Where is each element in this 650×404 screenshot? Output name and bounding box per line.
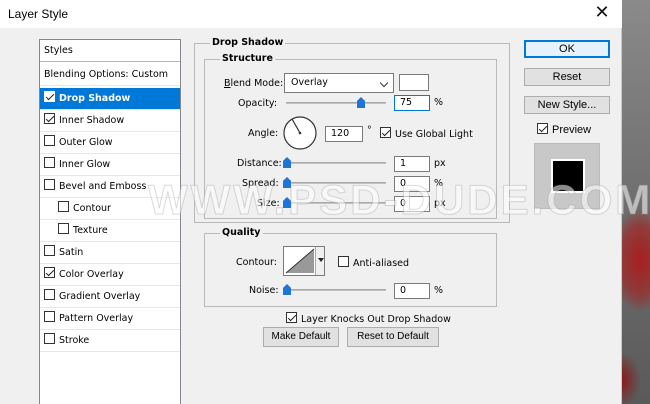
contour-label: Contour: [236,257,277,268]
style-item-label: Gradient Overlay [59,291,141,302]
style-checkbox[interactable] [44,289,55,300]
style-checkbox[interactable] [44,267,55,278]
style-checkbox[interactable] [44,311,55,322]
make-default-button[interactable]: Make Default [263,327,339,347]
noise-slider-track[interactable] [286,289,386,291]
angle-label: Angle: [248,128,279,139]
style-item-label: Color Overlay [59,269,124,280]
spread-input[interactable]: 0 [394,176,430,192]
style-item-pattern-overlay[interactable]: Pattern Overlay [40,308,180,330]
style-item-label: Pattern Overlay [59,313,134,324]
window-title: Layer Style [8,7,69,21]
preview-thumbnail [534,143,600,209]
blend-mode-select[interactable]: Overlay [284,73,394,93]
knocks-out-check[interactable] [286,312,297,323]
spread-unit: % [434,178,444,189]
new-style-button[interactable]: New Style... [524,96,610,114]
noise-unit: % [434,285,444,296]
style-item-stroke[interactable]: Stroke [40,330,180,352]
caret-down-icon [318,258,324,262]
style-item-inner-glow[interactable]: Inner Glow [40,154,180,176]
style-item-contour[interactable]: Contour [40,198,180,220]
opacity-unit: % [434,97,444,108]
opacity-slider-track[interactable] [286,102,386,104]
style-checkbox[interactable] [44,179,55,190]
style-item-gradient-overlay[interactable]: Gradient Overlay [40,286,180,308]
distance-label: Distance: [237,158,282,169]
style-item-label: Texture [73,225,108,236]
contour-dropdown-arrow[interactable] [315,247,324,275]
style-checkbox[interactable] [44,91,55,102]
distance-slider-track[interactable] [286,162,386,164]
style-item-label: Outer Glow [59,137,113,148]
style-checkbox[interactable] [58,223,69,234]
style-item-drop-shadow[interactable]: Drop Shadow [40,88,180,110]
style-item-outer-glow[interactable]: Outer Glow [40,132,180,154]
style-item-label: Inner Shadow [59,115,125,126]
size-slider-track[interactable] [286,202,386,204]
blending-options-item[interactable]: Blending Options: Custom [40,64,180,86]
style-checkbox[interactable] [58,201,69,212]
use-global-light-checkbox[interactable]: Use Global Light [380,127,473,140]
use-global-light-check[interactable] [380,127,391,138]
quality-group [204,233,497,307]
size-input[interactable]: 0 [394,196,430,212]
style-checkbox[interactable] [44,333,55,344]
size-label: Size: [257,198,280,209]
shadow-color-swatch[interactable] [399,74,429,91]
style-item-label: Inner Glow [59,159,111,170]
contour-picker[interactable] [283,246,325,276]
style-item-texture[interactable]: Texture [40,220,180,242]
reset-to-default-button[interactable]: Reset to Default [347,327,439,347]
style-item-label: Bevel and Emboss [59,181,147,192]
ok-button[interactable]: OK [524,40,610,58]
style-item-inner-shadow[interactable]: Inner Shadow [40,110,180,132]
style-item-label: Contour [73,203,111,214]
angle-dial[interactable] [282,115,318,151]
style-item-label: Stroke [59,335,90,346]
structure-title: Structure [220,53,275,64]
style-checkbox[interactable] [44,135,55,146]
opacity-label: Opacity: [238,98,278,109]
style-item-label: Satin [59,247,84,258]
preview-check[interactable] [537,123,548,134]
title-bar: Layer Style ✕ [0,0,622,28]
spread-slider-track[interactable] [286,182,386,184]
style-item-satin[interactable]: Satin [40,242,180,264]
style-checkbox[interactable] [44,245,55,256]
style-item-color-overlay[interactable]: Color Overlay [40,264,180,286]
noise-label: Noise: [249,285,279,296]
close-icon[interactable]: ✕ [590,2,614,24]
size-unit: px [434,198,446,209]
quality-title: Quality [220,227,263,238]
drop-shadow-title: Drop Shadow [210,37,286,48]
preview-swatch [551,159,585,193]
blend-mode-label: Blend Mode: [224,78,284,89]
knocks-out-checkbox[interactable]: Layer Knocks Out Drop Shadow [286,312,451,325]
styles-list: Styles Blending Options: Custom Drop Sha… [39,39,181,404]
spread-label: Spread: [242,178,279,189]
reset-button[interactable]: Reset [524,68,610,86]
chevron-down-icon [379,78,389,88]
styles-header[interactable]: Styles [40,40,180,62]
preview-checkbox[interactable]: Preview [537,123,591,136]
style-item-bevel-and-emboss[interactable]: Bevel and Emboss [40,176,180,198]
anti-aliased-check[interactable] [338,256,349,267]
blend-mode-value: Overlay [291,77,328,88]
style-item-label: Drop Shadow [59,93,131,104]
angle-input[interactable]: 120 [325,126,363,142]
distance-input[interactable]: 1 [394,156,430,172]
noise-input[interactable]: 0 [394,283,430,299]
style-checkbox[interactable] [44,157,55,168]
opacity-input[interactable]: 75 [394,95,430,111]
angle-unit: ° [367,125,372,136]
style-checkbox[interactable] [44,113,55,124]
anti-aliased-checkbox[interactable]: Anti-aliased [338,256,409,269]
layer-style-dialog: Layer Style ✕ Styles Blending Options: C… [0,0,650,404]
distance-unit: px [434,158,446,169]
